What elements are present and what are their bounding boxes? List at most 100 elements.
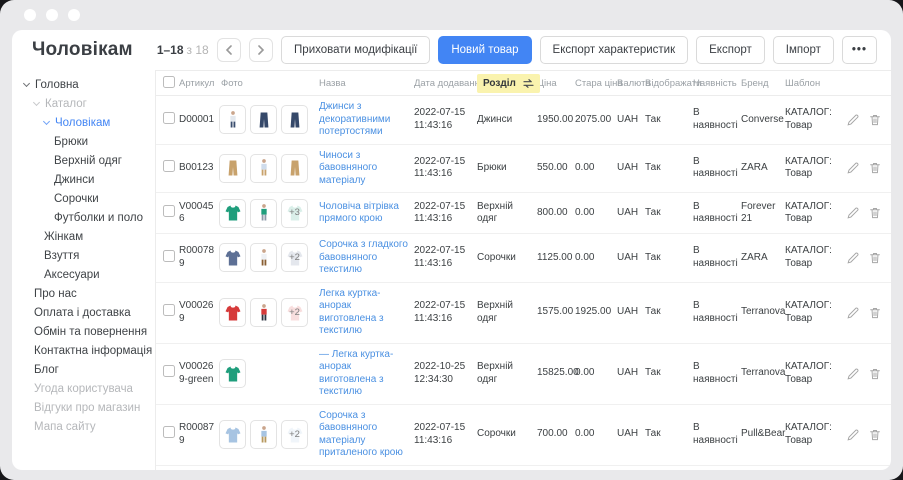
sidebar-item[interactable]: Угода користувача	[12, 379, 155, 398]
sidebar-item-label: Відгуки про магазин	[34, 402, 140, 414]
product-photo-thumbnail	[250, 105, 277, 134]
product-template: КАТАЛОГ: Товар	[782, 107, 850, 132]
product-photo-thumbnail	[250, 298, 277, 327]
row-checkbox[interactable]	[163, 426, 175, 438]
sidebar-tree: Головна Каталог ЧоловікамБрюкиВерхній одяг…	[12, 70, 155, 470]
row-checkbox[interactable]	[163, 365, 175, 377]
sidebar-item[interactable]: Відгуки про магазин	[12, 398, 155, 417]
pagination-next-button[interactable]	[249, 38, 273, 62]
product-category: Верхній одяг	[474, 300, 534, 325]
more-actions-button[interactable]: •••	[842, 36, 877, 64]
sidebar-item[interactable]: Жінкам	[12, 227, 155, 246]
product-old-price: 0.00	[572, 252, 614, 265]
sidebar-item[interactable]: Верхній одяг	[12, 151, 155, 170]
edit-button[interactable]	[846, 161, 860, 175]
product-name-link[interactable]: Чоловіча вітрівка прямого крою	[316, 201, 411, 226]
product-name-link[interactable]: Джинси з декоративними потертостями	[316, 101, 411, 139]
product-name-link[interactable]: Сорочка з бавовняного матеріалу притален…	[316, 410, 411, 460]
import-button[interactable]: Імпорт	[773, 36, 834, 64]
pagination-range: 1–18	[157, 43, 184, 57]
sidebar-item[interactable]: Чоловікам	[12, 113, 155, 132]
product-name-link[interactable]: Чиноси з бавовняного матеріалу	[316, 150, 411, 188]
app-window: Чоловікам 1–18з 18 Приховати модифікації…	[0, 0, 903, 480]
category-sort-control[interactable]: Розділ	[477, 74, 540, 93]
product-currency: UAH	[614, 114, 642, 127]
product-name-link[interactable]: — Легка куртка-анорак виготовлена з текс…	[316, 349, 411, 399]
hide-modifications-button[interactable]: Приховати модифікації	[281, 36, 430, 64]
new-product-button[interactable]: Новий товар	[438, 36, 531, 64]
sidebar-item[interactable]: Джинси	[12, 170, 155, 189]
product-availability: В наявності	[690, 245, 738, 270]
product-name-link[interactable]: Легка куртка-анорак виготовлена з тексти…	[316, 288, 411, 338]
edit-button[interactable]	[846, 367, 860, 381]
more-photos-badge: +2	[282, 244, 307, 271]
sidebar-item[interactable]: Оплата і доставка	[12, 303, 155, 322]
sidebar-item[interactable]: Каталог	[12, 94, 155, 113]
delete-button[interactable]	[868, 251, 882, 265]
row-checkbox[interactable]	[163, 205, 175, 217]
edit-button[interactable]	[846, 251, 860, 265]
sidebar-item[interactable]: Взуття	[12, 246, 155, 265]
product-brand: Converse	[738, 114, 782, 127]
sidebar-item[interactable]: Про нас	[12, 284, 155, 303]
product-display-flag: Так	[642, 428, 690, 441]
sidebar-item[interactable]: Мапа сайту	[12, 417, 155, 436]
product-photos: +3	[218, 199, 316, 228]
delete-button[interactable]	[868, 367, 882, 381]
sidebar-item[interactable]: Головна	[12, 75, 155, 94]
export-button[interactable]: Експорт	[696, 36, 765, 64]
sidebar-item[interactable]: Брюки	[12, 132, 155, 151]
edit-button[interactable]	[846, 113, 860, 127]
product-sku: V000269	[176, 300, 218, 325]
product-date-added: 2022-07-15 11:43:16	[411, 300, 474, 325]
product-price: 550.00	[534, 162, 572, 175]
row-checkbox[interactable]	[163, 160, 175, 172]
product-price: 800.00	[534, 207, 572, 220]
edit-button[interactable]	[846, 206, 860, 220]
trash-icon	[868, 251, 882, 265]
product-sku: R000789	[176, 245, 218, 270]
table-row: D00001 Джинси з декоративними потертостя…	[156, 96, 891, 145]
sidebar-item[interactable]: Контактна інформація	[12, 341, 155, 360]
row-checkbox[interactable]	[163, 112, 175, 124]
product-category: Верхній одяг	[474, 201, 534, 226]
edit-button[interactable]	[846, 428, 860, 442]
export-characteristics-button[interactable]: Експорт характеристик	[540, 36, 689, 64]
product-photos	[218, 154, 316, 183]
delete-button[interactable]	[868, 206, 882, 220]
sidebar-item[interactable]: Блог	[12, 360, 155, 379]
window-maximize-button[interactable]	[68, 9, 80, 21]
product-old-price: 1925.00	[572, 306, 614, 319]
column-header-old-price: Стара ціна	[572, 78, 614, 89]
delete-button[interactable]	[868, 161, 882, 175]
delete-button[interactable]	[868, 428, 882, 442]
chevron-down-icon[interactable]	[43, 117, 50, 124]
chevron-down-icon[interactable]	[23, 79, 30, 86]
product-brand: Terranova	[738, 367, 782, 380]
product-photo-thumbnail	[250, 199, 277, 228]
sidebar-item-label: Мапа сайту	[34, 421, 96, 433]
select-all-checkbox[interactable]	[163, 76, 175, 88]
pagination-prev-button[interactable]	[217, 38, 241, 62]
product-name-link[interactable]: Сорочка з гладкого бавовняного текстилю	[316, 239, 411, 277]
sidebar-item[interactable]: Футболки и поло	[12, 208, 155, 227]
sidebar-item-label: Головна	[35, 79, 79, 91]
delete-button[interactable]	[868, 306, 882, 320]
product-photo-thumbnail	[219, 105, 246, 134]
product-sku: V000269-green	[176, 361, 218, 386]
edit-button[interactable]	[846, 306, 860, 320]
window-minimize-button[interactable]	[46, 9, 58, 21]
product-price: 1575.00	[534, 306, 572, 319]
sidebar-item-label: Каталог	[45, 98, 87, 110]
delete-button[interactable]	[868, 113, 882, 127]
product-photo-thumbnail	[250, 243, 277, 272]
window-close-button[interactable]	[24, 9, 36, 21]
column-header-category-label: Розділ	[483, 78, 516, 89]
row-checkbox[interactable]	[163, 304, 175, 316]
row-checkbox[interactable]	[163, 250, 175, 262]
sidebar-item[interactable]: Обмін та повернення	[12, 322, 155, 341]
sidebar-item[interactable]: Аксесуари	[12, 265, 155, 284]
more-photos-badge: +2	[282, 299, 307, 326]
chevron-down-icon[interactable]	[33, 98, 40, 105]
sidebar-item[interactable]: Сорочки	[12, 189, 155, 208]
